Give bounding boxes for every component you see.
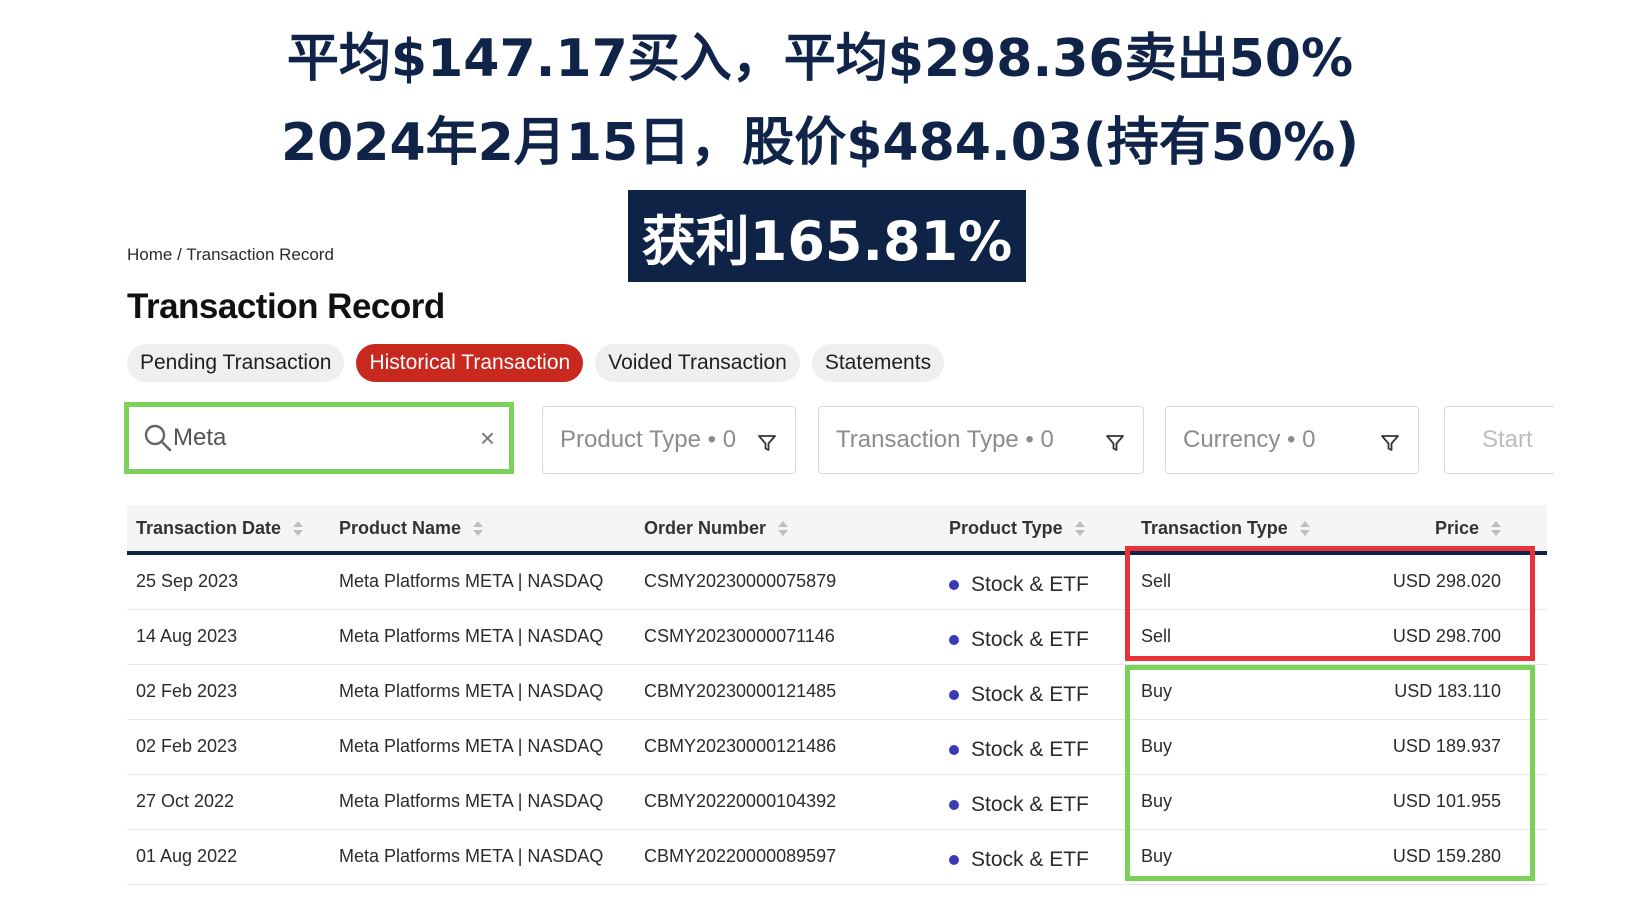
transaction-table: Transaction Date Product Name Order Numb… bbox=[127, 505, 1547, 885]
cell-order-number: CBMY20230000121486 bbox=[644, 736, 837, 756]
cell-product-name: Meta Platforms META | NASDAQ bbox=[339, 846, 604, 866]
cell-transaction-type: Sell bbox=[1141, 571, 1172, 591]
bullet-dot-icon bbox=[949, 580, 959, 590]
sort-icon[interactable] bbox=[1491, 520, 1501, 538]
sort-icon[interactable] bbox=[473, 520, 484, 538]
column-header-transaction-type[interactable]: Transaction Type bbox=[1141, 518, 1310, 539]
tab-pending-transaction[interactable]: Pending Transaction bbox=[127, 344, 345, 382]
cell-product-name: Meta Platforms META | NASDAQ bbox=[339, 626, 604, 646]
column-header-order-number[interactable]: Order Number bbox=[644, 518, 789, 539]
cell-transaction-date: 02 Feb 2023 bbox=[136, 736, 238, 756]
cell-order-number: CBMY20220000104392 bbox=[644, 791, 837, 811]
cell-price: USD 298.020 bbox=[1392, 571, 1501, 591]
cell-order-number: CBMY20230000121485 bbox=[644, 681, 837, 701]
headline-line-1: 平均$147.17买入，平均$298.36卖出50% bbox=[286, 29, 1354, 89]
cell-transaction-type: Buy bbox=[1141, 681, 1173, 701]
cell-price: USD 189.937 bbox=[1392, 736, 1501, 756]
table-row[interactable]: 02 Feb 2023 Meta Platforms META | NASDAQ… bbox=[127, 665, 1547, 720]
bullet-dot-icon bbox=[949, 745, 959, 755]
start-date-filter-label: Start bbox=[1482, 426, 1533, 453]
search-value: Meta bbox=[173, 424, 227, 451]
cell-product-name: Meta Platforms META | NASDAQ bbox=[339, 736, 604, 756]
table-row[interactable]: 02 Feb 2023 Meta Platforms META | NASDAQ… bbox=[127, 720, 1547, 775]
cell-product-type: Stock & ETF bbox=[949, 573, 1089, 597]
sort-icon[interactable] bbox=[293, 520, 304, 538]
cell-transaction-date: 25 Sep 2023 bbox=[136, 571, 239, 591]
table-row[interactable]: 14 Aug 2023 Meta Platforms META | NASDAQ… bbox=[127, 610, 1547, 665]
cell-order-number: CSMY20230000071146 bbox=[644, 626, 835, 646]
column-header-label: Product Name bbox=[339, 518, 462, 538]
cell-product-name: Meta Platforms META | NASDAQ bbox=[339, 571, 604, 591]
product-type-label: Stock & ETF bbox=[971, 573, 1089, 596]
page-title: Transaction Record bbox=[127, 287, 445, 326]
column-header-product-type[interactable]: Product Type bbox=[949, 518, 1085, 539]
column-header-label: Transaction Type bbox=[1141, 518, 1288, 538]
tab-voided-transaction[interactable]: Voided Transaction bbox=[595, 344, 800, 382]
column-header-label: Price bbox=[1434, 518, 1479, 538]
currency-filter-label: Currency • 0 bbox=[1183, 426, 1316, 453]
product-type-label: Stock & ETF bbox=[971, 738, 1089, 761]
product-type-label: Stock & ETF bbox=[971, 848, 1089, 871]
product-type-label: Stock & ETF bbox=[971, 793, 1089, 816]
clear-icon[interactable]: × bbox=[480, 423, 495, 454]
sort-icon[interactable] bbox=[778, 520, 789, 538]
cell-product-name: Meta Platforms META | NASDAQ bbox=[339, 681, 604, 701]
cell-transaction-type: Buy bbox=[1141, 846, 1173, 866]
cell-transaction-type: Buy bbox=[1141, 791, 1173, 811]
product-type-label: Stock & ETF bbox=[971, 683, 1089, 706]
cell-product-type: Stock & ETF bbox=[949, 628, 1089, 652]
product-type-label: Stock & ETF bbox=[971, 628, 1089, 651]
search-icon bbox=[144, 424, 172, 452]
tab-historical-transaction[interactable]: Historical Transaction bbox=[356, 344, 584, 382]
filter-icon bbox=[758, 435, 776, 451]
bullet-dot-icon bbox=[949, 800, 959, 810]
headline-line-2: 2024年2月15日，股价$484.03(持有50%) bbox=[280, 113, 1360, 173]
cell-transaction-date: 02 Feb 2023 bbox=[136, 681, 238, 701]
table-row[interactable]: 01 Aug 2022 Meta Platforms META | NASDAQ… bbox=[127, 830, 1547, 885]
tab-statements[interactable]: Statements bbox=[811, 344, 945, 382]
product-type-filter[interactable]: Product Type • 0 bbox=[542, 406, 796, 474]
cell-price: USD 183.110 bbox=[1394, 681, 1501, 701]
cell-order-number: CBMY20220000089597 bbox=[644, 846, 837, 866]
column-header-label: Transaction Date bbox=[136, 518, 282, 538]
filter-icon bbox=[1106, 435, 1124, 451]
cell-product-type: Stock & ETF bbox=[949, 683, 1089, 707]
bullet-dot-icon bbox=[949, 855, 959, 865]
cell-price: USD 298.700 bbox=[1392, 626, 1501, 646]
cell-transaction-type: Sell bbox=[1141, 626, 1172, 646]
cell-order-number: CSMY20230000075879 bbox=[644, 571, 837, 591]
cell-price: USD 159.280 bbox=[1392, 846, 1501, 866]
cell-product-type: Stock & ETF bbox=[949, 738, 1089, 762]
bullet-dot-icon bbox=[949, 690, 959, 700]
cell-product-name: Meta Platforms META | NASDAQ bbox=[339, 791, 604, 811]
transaction-type-filter-label: Transaction Type • 0 bbox=[836, 426, 1054, 453]
cell-transaction-date: 14 Aug 2023 bbox=[136, 626, 238, 646]
cell-product-type: Stock & ETF bbox=[949, 793, 1089, 817]
column-header-product-name[interactable]: Product Name bbox=[339, 518, 484, 539]
column-header-transaction-date[interactable]: Transaction Date bbox=[136, 518, 304, 539]
profit-banner: 获利165.81% bbox=[628, 190, 1026, 282]
table-row[interactable]: 25 Sep 2023 Meta Platforms META | NASDAQ… bbox=[127, 555, 1547, 610]
transaction-type-filter[interactable]: Transaction Type • 0 bbox=[818, 406, 1144, 474]
table-header: Transaction Date Product Name Order Numb… bbox=[127, 505, 1547, 555]
start-date-filter[interactable]: Start bbox=[1444, 406, 1554, 474]
sort-icon[interactable] bbox=[1299, 520, 1310, 538]
product-type-filter-label: Product Type • 0 bbox=[560, 426, 737, 453]
sort-icon[interactable] bbox=[1074, 520, 1085, 538]
filter-icon bbox=[1381, 435, 1399, 451]
table-row[interactable]: 27 Oct 2022 Meta Platforms META | NASDAQ… bbox=[127, 775, 1547, 830]
bullet-dot-icon bbox=[949, 635, 959, 645]
column-header-label: Order Number bbox=[644, 518, 767, 538]
cell-product-type: Stock & ETF bbox=[949, 848, 1089, 872]
column-header-price[interactable]: Price bbox=[1435, 518, 1501, 539]
currency-filter[interactable]: Currency • 0 bbox=[1165, 406, 1419, 474]
column-header-label: Product Type bbox=[949, 518, 1063, 538]
breadcrumb[interactable]: Home / Transaction Record bbox=[127, 245, 334, 265]
cell-transaction-date: 27 Oct 2022 bbox=[136, 791, 235, 811]
transaction-tabs: Pending Transaction Historical Transacti… bbox=[127, 344, 945, 382]
cell-transaction-date: 01 Aug 2022 bbox=[136, 846, 238, 866]
cell-price: USD 101.955 bbox=[1392, 791, 1501, 811]
cell-transaction-type: Buy bbox=[1141, 736, 1173, 756]
search-input[interactable]: Meta × bbox=[124, 402, 514, 474]
